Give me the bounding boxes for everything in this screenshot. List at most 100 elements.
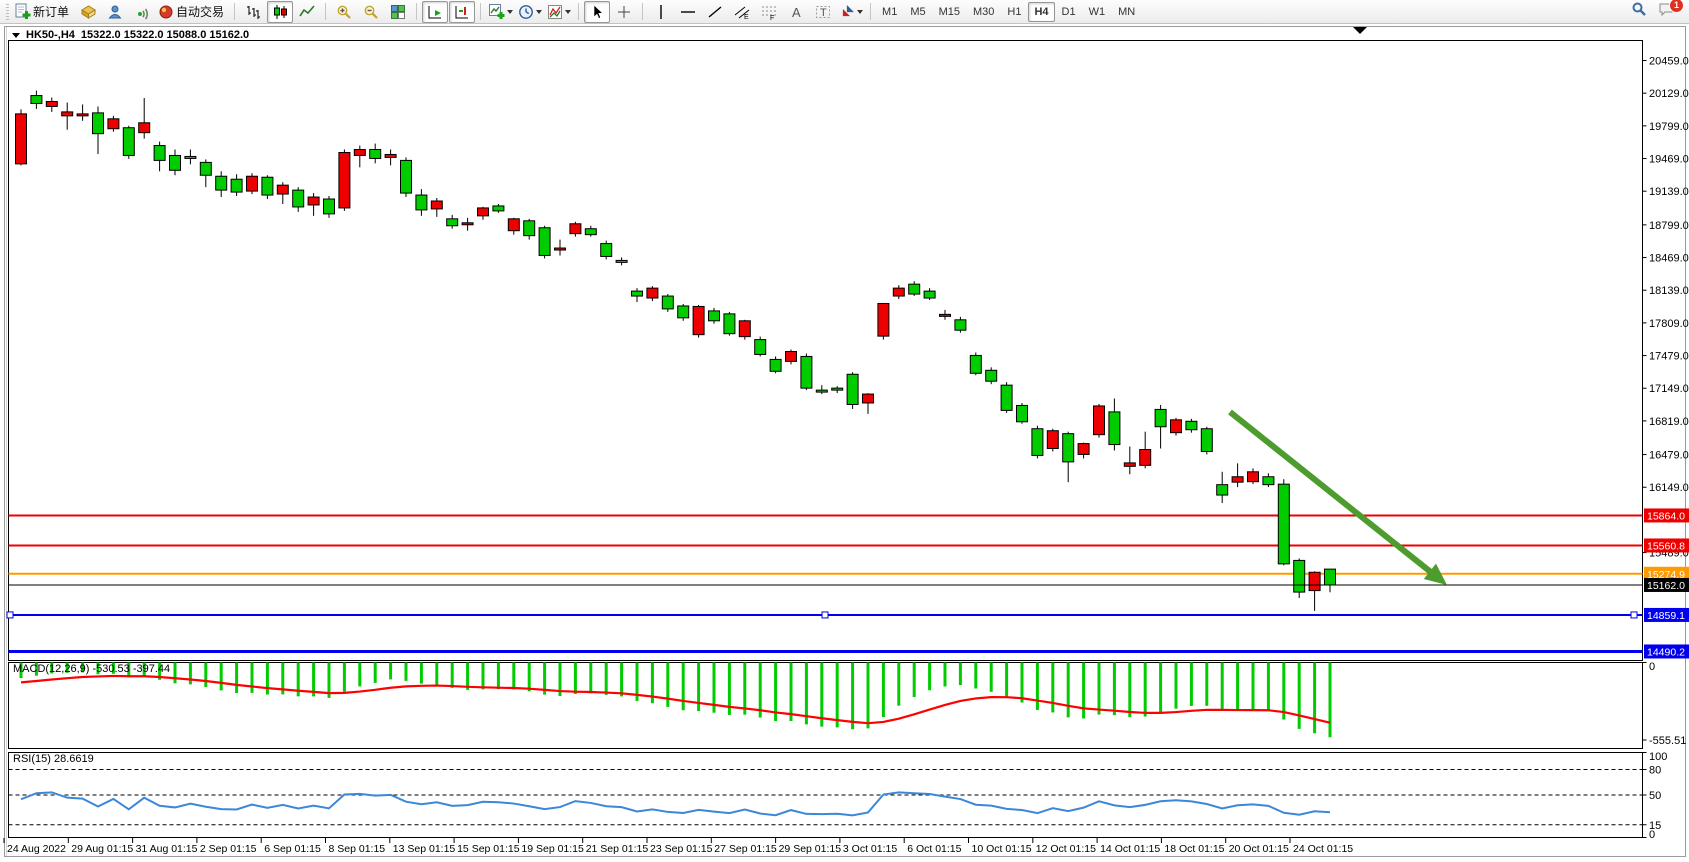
candle-body: [770, 359, 781, 371]
candle-body: [1248, 472, 1259, 482]
line-selection-handle[interactable]: [1631, 612, 1637, 618]
time-axis-label: 29 Sep 01:15: [779, 843, 842, 855]
time-axis-label: 24 Oct 01:15: [1293, 843, 1353, 855]
timeframe-button-d1[interactable]: D1: [1056, 2, 1082, 22]
time-axis-label: 13 Sep 01:15: [393, 843, 456, 855]
fibo-icon: F: [761, 4, 777, 20]
candles-icon: [272, 4, 288, 20]
rsi-axis-label: 0: [1649, 829, 1655, 841]
candle-body: [262, 177, 273, 195]
fibonacci-button[interactable]: F: [756, 1, 782, 23]
time-axis-label: 6 Oct 01:15: [907, 843, 961, 855]
cursor-icon: [589, 4, 605, 20]
timeframe-button-w1[interactable]: W1: [1083, 2, 1112, 22]
price-axis-label: 18799.0: [1649, 220, 1689, 232]
auto-trading-button-label: 自动交易: [176, 3, 224, 20]
clock-icon: [518, 4, 534, 20]
hline-button[interactable]: [675, 1, 701, 23]
candle-body: [293, 190, 304, 207]
line-selection-handle[interactable]: [822, 612, 828, 618]
channel-button[interactable]: E: [729, 1, 755, 23]
dropdown-caret-icon[interactable]: [565, 10, 571, 14]
candle-body: [200, 162, 211, 175]
candle-body: [1124, 463, 1135, 466]
rsi-axis-label: 50: [1649, 790, 1661, 802]
candle-body: [1047, 431, 1058, 449]
dropdown-caret-icon[interactable]: [507, 10, 513, 14]
notification-badge: 1: [1669, 0, 1684, 13]
price-axis-label: 18469.0: [1649, 253, 1689, 265]
tiles-icon: [390, 4, 406, 20]
time-axis-label: 21 Sep 01:15: [586, 843, 649, 855]
timeframe-button-h1[interactable]: H1: [1001, 2, 1027, 22]
toolbar-grip[interactable]: [6, 4, 9, 20]
candle-body: [354, 150, 365, 156]
signal-icon: [134, 4, 150, 20]
indicators-button[interactable]: [545, 1, 573, 23]
timeframe-button-m15[interactable]: M15: [933, 2, 966, 22]
line-selection-handle[interactable]: [7, 612, 13, 618]
crosshair-button[interactable]: [611, 1, 637, 23]
toolbar-separator: [870, 3, 871, 20]
candle-body: [585, 229, 596, 235]
bars-icon: [245, 4, 261, 20]
toolbar-separator: [578, 3, 579, 20]
zoom-in-icon: [336, 4, 352, 20]
signal-button[interactable]: [129, 1, 155, 23]
notifications-button[interactable]: 1: [1653, 1, 1679, 23]
new-chart-button[interactable]: [486, 1, 515, 23]
text-button[interactable]: A: [783, 1, 809, 23]
price-axis-label: 16479.0: [1649, 450, 1689, 462]
candle-body: [62, 112, 73, 116]
trendline-button[interactable]: [702, 1, 728, 23]
macd-axis-label: 0: [1649, 661, 1655, 673]
ledger-button[interactable]: [75, 1, 101, 23]
candle-body: [1171, 420, 1182, 433]
timeframe-button-m30[interactable]: M30: [967, 2, 1000, 22]
search-button[interactable]: [1626, 1, 1652, 23]
timeframe-button-m5[interactable]: M5: [904, 2, 931, 22]
period-button[interactable]: [516, 1, 544, 23]
cursor-button[interactable]: [584, 1, 610, 23]
candlestick-chart-button[interactable]: [267, 1, 293, 23]
candle-body: [693, 306, 704, 334]
candle-body: [462, 223, 473, 225]
autoscroll-icon: [427, 4, 443, 20]
macd-panel-frame: [9, 663, 1643, 749]
candle-body: [709, 311, 720, 321]
arrows-button[interactable]: [837, 1, 865, 23]
profile-button[interactable]: [102, 1, 128, 23]
collapse-icon[interactable]: [12, 33, 20, 38]
timeframe-button-h4[interactable]: H4: [1028, 2, 1054, 22]
bar-chart-button[interactable]: [240, 1, 266, 23]
candle-body: [339, 152, 350, 207]
candle-body: [170, 155, 181, 170]
chart-shift-button[interactable]: [449, 1, 475, 23]
zoom-in-button[interactable]: [331, 1, 357, 23]
chart-canvas[interactable]: 20459.020129.019799.019469.019139.018799…: [0, 24, 1689, 862]
line-icon: [299, 4, 315, 20]
candle-body: [1217, 485, 1228, 495]
candle-body: [216, 176, 227, 190]
vline-button[interactable]: [648, 1, 674, 23]
dropdown-caret-icon[interactable]: [857, 10, 863, 14]
label-button[interactable]: T: [810, 1, 836, 23]
price-level-tag-text: 15864.0: [1647, 510, 1685, 522]
tile-windows-button[interactable]: [385, 1, 411, 23]
candle-body: [1325, 569, 1336, 585]
new-order-button[interactable]: 新订单: [12, 1, 74, 23]
candle-body: [847, 374, 858, 404]
auto-trading-button[interactable]: 自动交易: [156, 1, 229, 23]
time-axis-label: 2 Sep 01:15: [200, 843, 257, 855]
candle-body: [863, 394, 874, 403]
dropdown-caret-icon[interactable]: [536, 10, 542, 14]
timeframe-button-m1[interactable]: M1: [876, 2, 903, 22]
timeframe-button-mn[interactable]: MN: [1112, 2, 1141, 22]
candle-body: [940, 314, 951, 316]
zoom-out-button[interactable]: [358, 1, 384, 23]
line-chart-button[interactable]: [294, 1, 320, 23]
auto-scroll-button[interactable]: [422, 1, 448, 23]
candle-body: [601, 244, 612, 257]
candle-body: [970, 355, 981, 373]
new-order-button-label: 新订单: [33, 3, 69, 20]
